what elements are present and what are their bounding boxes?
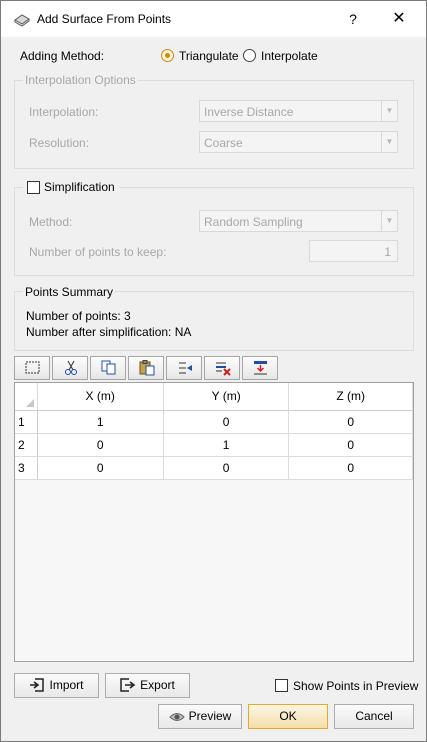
method-label: Method: (29, 215, 73, 229)
row-header[interactable]: 1 (15, 410, 38, 434)
insert-row-icon (179, 362, 192, 374)
cut-button[interactable] (52, 356, 88, 380)
simplification-title[interactable]: Simplification (44, 180, 115, 194)
import-icon (30, 678, 45, 692)
resolution-select[interactable]: Coarse ▼ (199, 131, 398, 153)
cell-x[interactable]: 0 (37, 433, 164, 457)
interpolation-options-title: Interpolation Options (23, 73, 138, 87)
delete-row-icon (216, 362, 231, 376)
column-header-y[interactable]: Y (m) (163, 383, 290, 411)
cell-z[interactable]: 0 (288, 456, 413, 480)
points-to-keep-input[interactable]: 1 (309, 240, 398, 262)
points-to-keep-label: Number of points to keep: (29, 245, 167, 259)
ok-button[interactable]: OK (248, 704, 328, 729)
preview-label: Preview (188, 709, 232, 723)
method-select[interactable]: Random Sampling ▼ (199, 210, 398, 232)
close-button[interactable]: ✕ (385, 8, 413, 30)
table-row: 3 0 0 0 (15, 456, 413, 480)
column-header-z[interactable]: Z (m) (288, 383, 413, 411)
cancel-button[interactable]: Cancel (334, 704, 414, 729)
title-bar[interactable]: Add Surface From Points ? ✕ (1, 1, 426, 37)
cell-z[interactable]: 0 (288, 433, 413, 457)
surface-app-icon (14, 11, 30, 27)
select-all-icon (25, 361, 40, 374)
cut-icon (65, 360, 77, 375)
column-header-x[interactable]: X (m) (37, 383, 164, 411)
delete-row-button[interactable] (204, 356, 240, 380)
row-header[interactable]: 2 (15, 433, 38, 457)
simplification-checkbox[interactable] (27, 181, 40, 194)
insert-row-button[interactable] (166, 356, 202, 380)
eye-icon (168, 713, 185, 721)
cell-x[interactable]: 1 (37, 410, 164, 434)
table-header-row: X (m) Y (m) Z (m) (15, 383, 413, 411)
triangulate-radio[interactable] (161, 49, 174, 62)
import-label: Import (49, 678, 84, 692)
chevron-down-icon: ▼ (381, 101, 397, 121)
interpolation-options-group (14, 80, 414, 169)
show-points-checkbox[interactable] (275, 679, 288, 692)
points-table[interactable]: X (m) Y (m) Z (m) 1 1 0 0 2 0 1 0 3 0 0 … (14, 382, 414, 662)
show-points-label[interactable]: Show Points in Preview (293, 679, 418, 693)
interpolate-label[interactable]: Interpolate (261, 49, 318, 63)
resolution-label: Resolution: (29, 136, 90, 150)
resolution-select-value: Coarse (204, 136, 243, 150)
export-label: Export (140, 678, 175, 692)
table-row: 1 1 0 0 (15, 410, 413, 434)
export-button[interactable]: Export (105, 673, 190, 698)
cell-z[interactable]: 0 (288, 410, 413, 434)
help-button[interactable]: ? (341, 8, 365, 30)
interpolate-radio[interactable] (243, 49, 256, 62)
triangulate-label[interactable]: Triangulate (179, 49, 239, 63)
cell-y[interactable]: 1 (163, 433, 290, 457)
simplification-header: Simplification (23, 180, 119, 196)
number-after-simplification-text: Number after simplification: NA (26, 325, 192, 339)
select-all-button[interactable] (14, 356, 50, 380)
cell-y[interactable]: 0 (163, 456, 290, 480)
chevron-down-icon: ▼ (381, 132, 397, 152)
import-button[interactable]: Import (14, 673, 99, 698)
cell-y[interactable]: 0 (163, 410, 290, 434)
chevron-down-icon: ▼ (381, 211, 397, 231)
interpolation-label: Interpolation: (29, 105, 99, 119)
adding-method-label: Adding Method: (20, 49, 105, 63)
append-row-button[interactable] (242, 356, 278, 380)
paste-button[interactable] (128, 356, 164, 380)
interpolation-select-value: Inverse Distance (204, 105, 294, 119)
row-header[interactable]: 3 (15, 456, 38, 480)
export-icon (120, 678, 136, 692)
interpolation-select[interactable]: Inverse Distance ▼ (199, 100, 398, 122)
add-surface-dialog: Add Surface From Points ? ✕ Adding Metho… (0, 0, 427, 742)
preview-button[interactable]: Preview (158, 704, 242, 729)
paste-icon (139, 360, 155, 376)
table-corner[interactable] (15, 383, 38, 411)
select-all-corner-icon (25, 398, 34, 407)
cell-x[interactable]: 0 (37, 456, 164, 480)
method-select-value: Random Sampling (204, 215, 303, 229)
points-summary-title: Points Summary (23, 285, 116, 299)
table-row: 2 0 1 0 (15, 433, 413, 457)
append-row-icon (254, 361, 267, 375)
copy-button[interactable] (90, 356, 126, 380)
number-of-points-text: Number of points: 3 (26, 309, 131, 323)
window-title: Add Surface From Points (37, 12, 172, 26)
copy-icon (101, 360, 116, 375)
